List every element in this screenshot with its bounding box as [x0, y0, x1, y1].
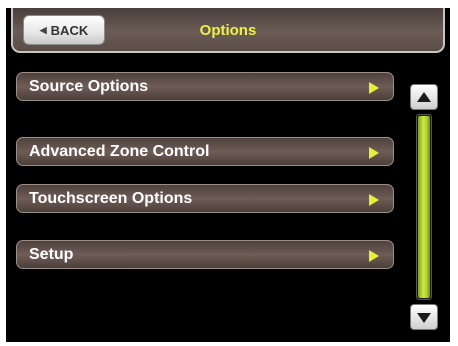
menu-item-label: Advanced Zone Control	[29, 143, 210, 160]
menu-item-label: Source Options	[29, 78, 149, 95]
triangle-up-icon	[417, 92, 431, 102]
scroll-down-button[interactable]	[410, 304, 438, 330]
page-title: Options	[199, 22, 257, 39]
menu-item-advanced-zone-control[interactable]: Advanced Zone Control	[16, 137, 394, 166]
chevron-right-icon	[369, 194, 379, 206]
menu-item-source-options[interactable]: Source Options	[16, 72, 394, 101]
header-bar: ◀ BACK Options	[11, 8, 445, 53]
scroll-track[interactable]	[416, 114, 432, 300]
menu-item-label: Setup	[29, 246, 74, 263]
chevron-right-icon	[369, 147, 379, 159]
triangle-down-icon	[417, 313, 431, 323]
touchscreen-panel: ◀ BACK Options Source Options Advanced Z…	[6, 8, 450, 342]
chevron-right-icon	[369, 250, 379, 262]
chevron-right-icon	[369, 82, 379, 94]
menu-item-label: Touchscreen Options	[29, 190, 193, 207]
menu-item-touchscreen-options[interactable]: Touchscreen Options	[16, 184, 394, 213]
menu-item-setup[interactable]: Setup	[16, 240, 394, 269]
scroll-up-button[interactable]	[410, 84, 438, 110]
scroll-thumb[interactable]	[418, 116, 430, 298]
